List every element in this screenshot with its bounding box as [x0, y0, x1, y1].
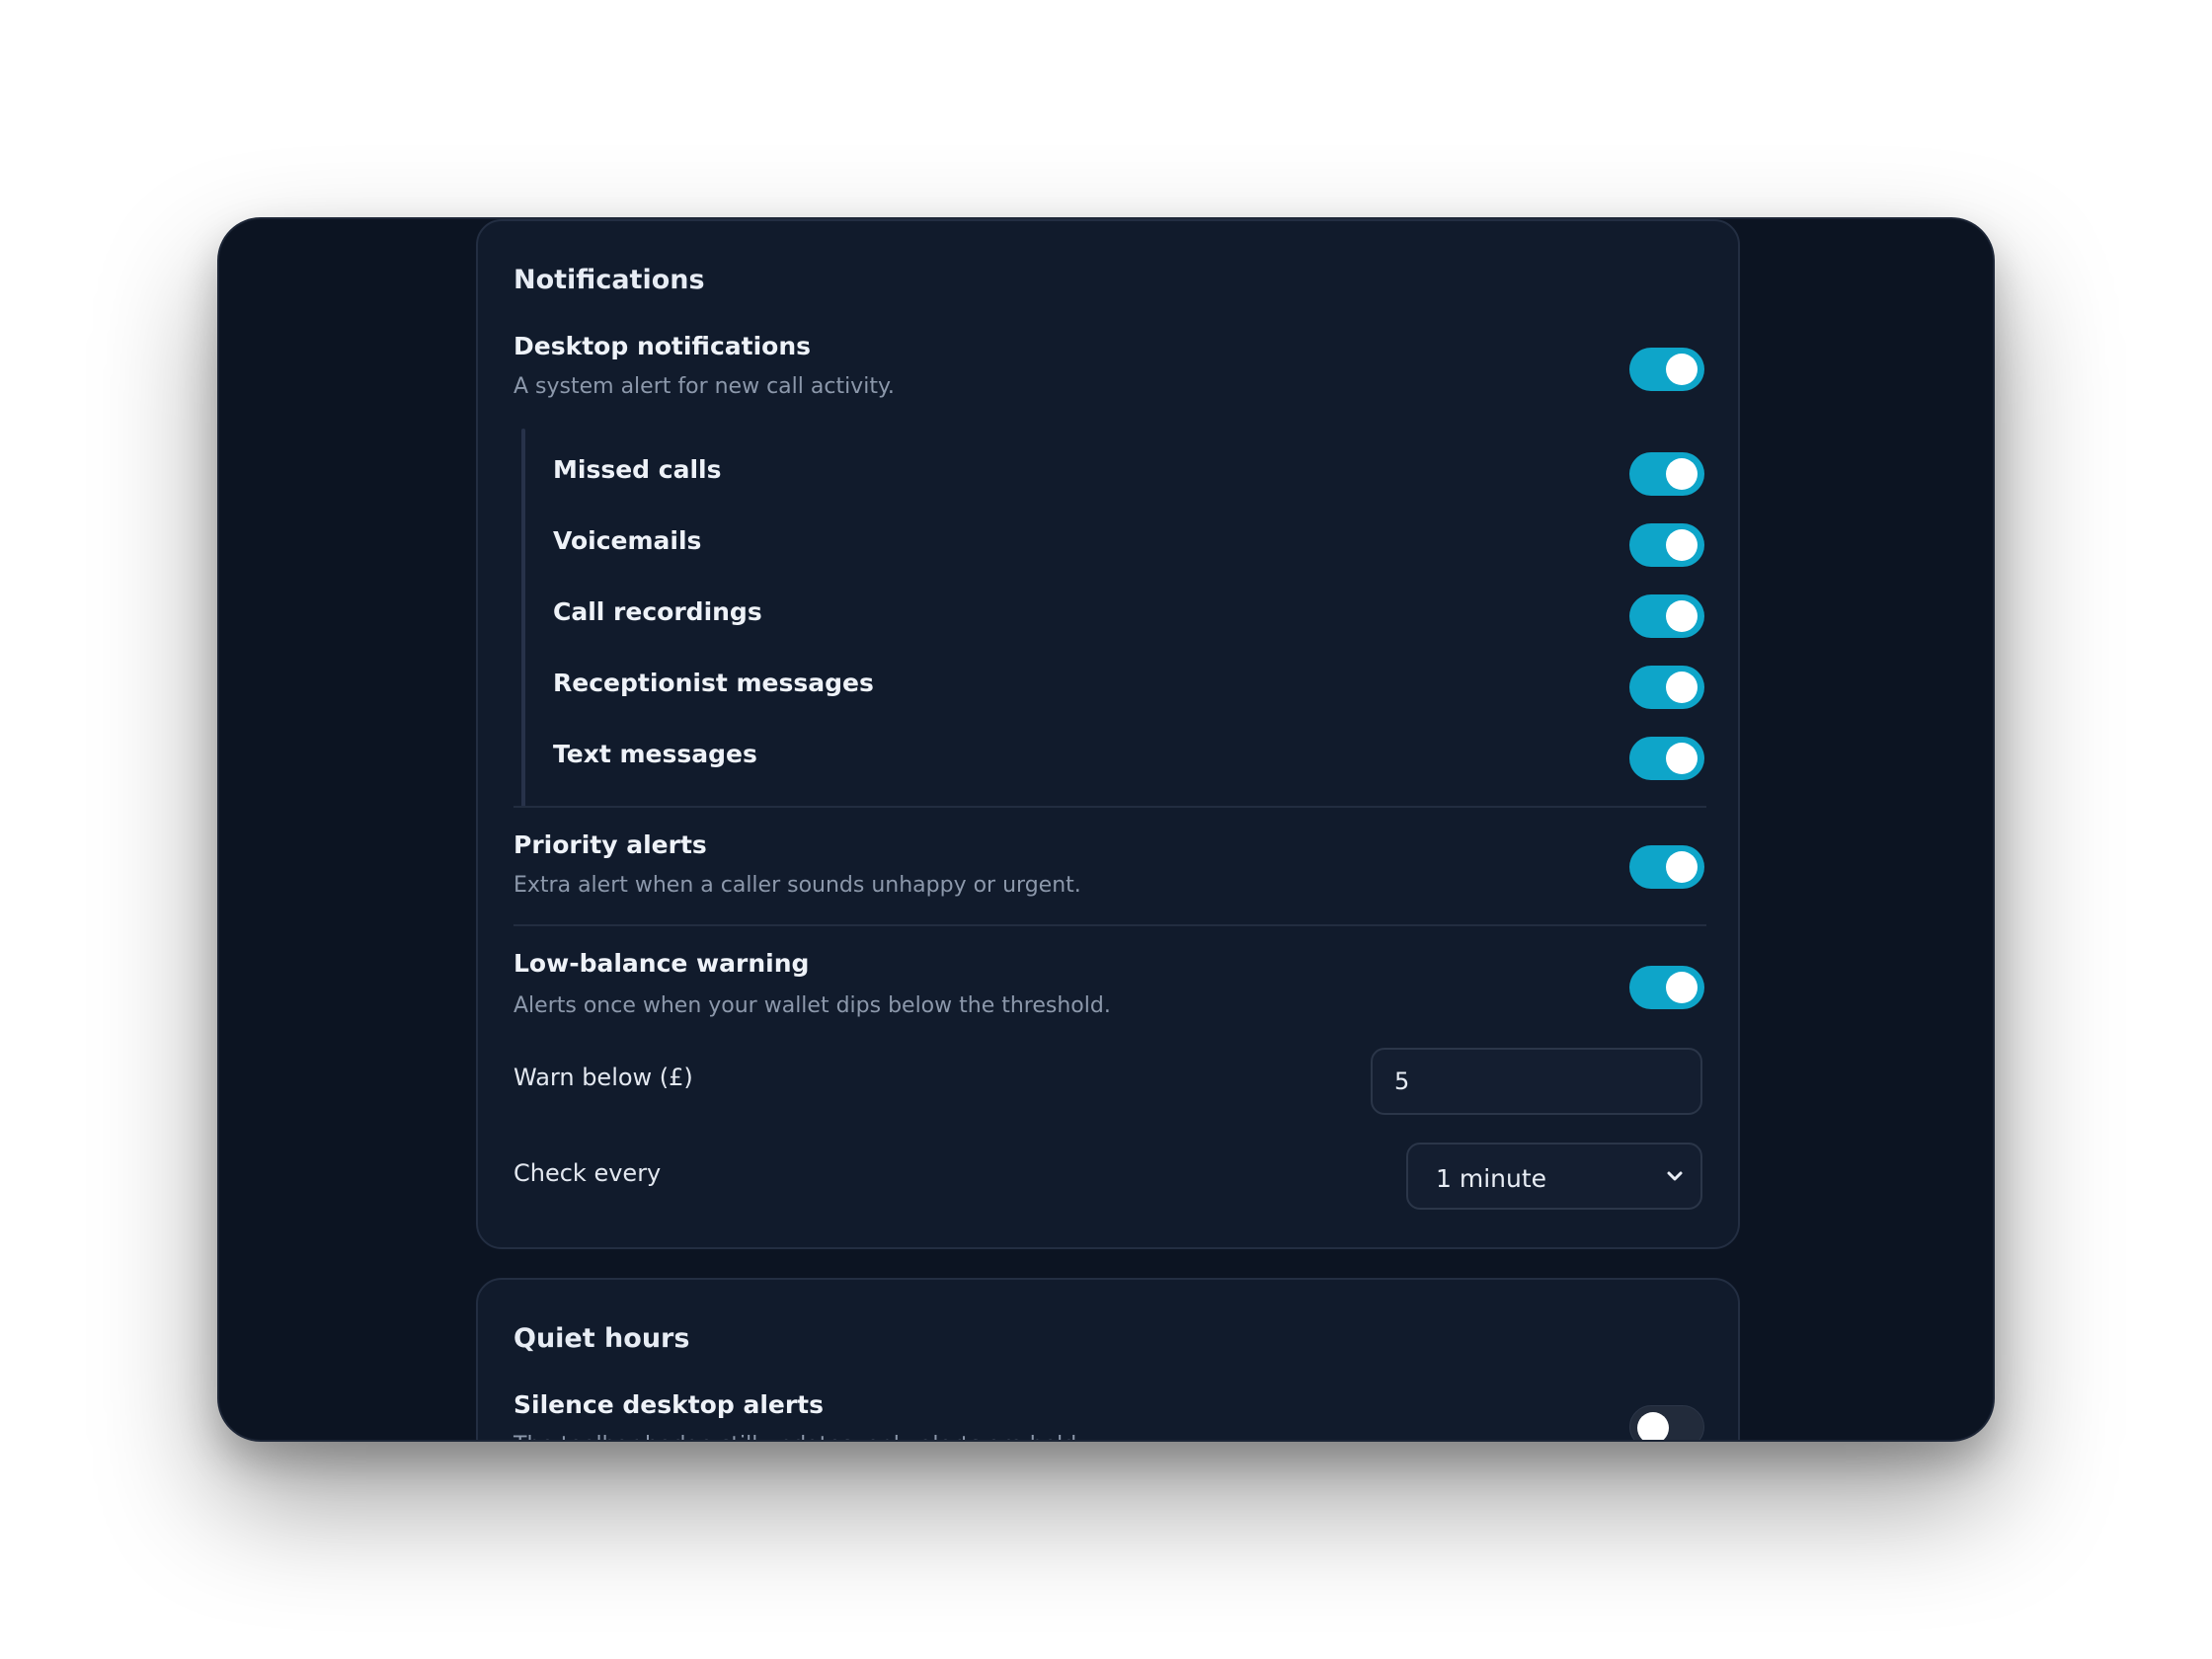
toggle-knob: [1666, 529, 1698, 561]
divider: [514, 924, 1706, 926]
receptionist-messages-toggle[interactable]: [1629, 666, 1704, 709]
warn-below-label: Warn below (£): [514, 1064, 693, 1091]
missed-calls-toggle[interactable]: [1629, 452, 1704, 496]
sub-item-text-messages-label: Text messages: [553, 740, 757, 768]
call-recordings-toggle[interactable]: [1629, 594, 1704, 638]
desktop-notifications-desc: A system alert for new call activity.: [514, 374, 895, 399]
desktop-notifications-toggle[interactable]: [1629, 348, 1704, 391]
priority-alerts-toggle[interactable]: [1629, 845, 1704, 889]
notifications-card: Notifications Desktop notifications A sy…: [476, 219, 1740, 1249]
text-messages-toggle[interactable]: [1629, 737, 1704, 780]
silence-desktop-alerts-title: Silence desktop alerts: [514, 1390, 825, 1419]
divider: [514, 806, 1706, 808]
toggle-knob: [1637, 1412, 1669, 1440]
low-balance-toggle[interactable]: [1629, 966, 1704, 1009]
silence-desktop-alerts-desc: The toolbar badge still updates, only al…: [514, 1433, 1083, 1440]
toggle-knob: [1666, 600, 1698, 632]
toggle-knob: [1666, 972, 1698, 1003]
warn-below-input[interactable]: [1371, 1048, 1702, 1115]
quiet-hours-card: Quiet hours Silence desktop alerts The t…: [476, 1278, 1740, 1440]
check-every-value: 1 minute: [1436, 1164, 1547, 1193]
desktop-notifications-title: Desktop notifications: [514, 332, 812, 360]
sub-item-call-recordings-label: Call recordings: [553, 597, 762, 626]
priority-alerts-desc: Extra alert when a caller sounds unhappy…: [514, 873, 1081, 898]
app-window: Notifications Desktop notifications A sy…: [217, 217, 1995, 1442]
quiet-hours-title: Quiet hours: [514, 1323, 690, 1354]
sub-item-receptionist-messages-label: Receptionist messages: [553, 669, 874, 697]
voicemails-toggle[interactable]: [1629, 523, 1704, 567]
chevron-down-icon: [1667, 1171, 1683, 1181]
priority-alerts-title: Priority alerts: [514, 830, 707, 859]
silence-desktop-alerts-toggle[interactable]: [1629, 1405, 1704, 1440]
low-balance-desc: Alerts once when your wallet dips below …: [514, 993, 1111, 1018]
toggle-knob: [1666, 851, 1698, 883]
sub-item-missed-calls-label: Missed calls: [553, 455, 722, 484]
toggle-knob: [1666, 354, 1698, 385]
check-every-select[interactable]: 1 minute: [1406, 1143, 1702, 1210]
check-every-label: Check every: [514, 1159, 662, 1187]
toggle-knob: [1666, 743, 1698, 774]
notifications-title: Notifications: [514, 265, 705, 295]
low-balance-title: Low-balance warning: [514, 949, 810, 978]
subtree-indent-bar: [521, 429, 525, 808]
toggle-knob: [1666, 458, 1698, 490]
sub-item-voicemails-label: Voicemails: [553, 526, 702, 555]
toggle-knob: [1666, 672, 1698, 703]
